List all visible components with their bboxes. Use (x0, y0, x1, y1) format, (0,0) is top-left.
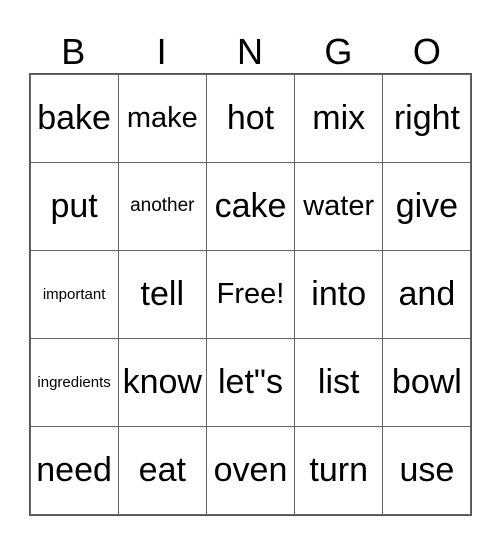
cell-word: hot (226, 98, 275, 137)
bingo-cell[interactable]: water (294, 161, 384, 251)
bingo-cell[interactable]: let"s (205, 338, 296, 428)
free-space-cell[interactable]: Free! (205, 249, 296, 340)
bingo-cell[interactable]: give (382, 161, 472, 251)
bingo-cell[interactable]: ingredients (29, 338, 119, 428)
cell-word: bowl (391, 363, 462, 402)
cell-word: another (130, 195, 195, 217)
header-letter-i: I (156, 31, 167, 72)
bingo-cell[interactable]: and (382, 249, 472, 340)
cell-word: eat (138, 451, 186, 490)
cell-word: turn (309, 451, 368, 490)
cell-word: Free! (216, 277, 285, 310)
cell-word: make (126, 101, 198, 134)
bingo-cell[interactable]: tell (117, 249, 207, 340)
bingo-cell[interactable]: put (29, 161, 119, 251)
bingo-cell[interactable]: eat (117, 426, 207, 516)
bingo-cell[interactable]: important (29, 249, 119, 340)
cell-word: use (399, 451, 455, 490)
cell-word: mix (312, 98, 366, 137)
header-letter-b: B (61, 31, 86, 72)
cell-word: important (42, 285, 106, 303)
cell-word: put (50, 186, 98, 225)
cell-word: right (393, 98, 460, 137)
bingo-cell[interactable]: make (117, 73, 207, 163)
cell-word: into (311, 274, 367, 313)
bingo-cell[interactable]: mix (294, 73, 384, 163)
bingo-cell[interactable]: oven (205, 426, 296, 516)
bingo-header: B I N G O (29, 30, 471, 73)
bingo-cell[interactable]: cake (205, 161, 296, 251)
cell-word: give (395, 186, 459, 225)
bingo-cell[interactable]: turn (294, 426, 384, 516)
cell-word: know (122, 363, 202, 402)
cell-word: cake (214, 186, 287, 225)
cell-word: and (398, 274, 456, 313)
header-letter-n: N (237, 31, 264, 72)
header-letter-g: G (324, 31, 353, 72)
cell-word: bake (37, 98, 111, 137)
bingo-cell[interactable]: right (382, 73, 472, 163)
bingo-cell[interactable]: hot (205, 73, 296, 163)
bingo-cell[interactable]: list (294, 338, 384, 428)
cell-word: let"s (218, 363, 283, 402)
bingo-cell[interactable]: into (294, 249, 384, 340)
cell-word: need (36, 451, 112, 490)
bingo-card-grid: bake make hot mix right put another cake water gi… (29, 73, 472, 516)
bingo-cell[interactable]: use (382, 426, 472, 516)
bingo-cell[interactable]: bowl (382, 338, 472, 428)
bingo-cell[interactable]: another (117, 161, 207, 251)
cell-word: list (317, 363, 360, 402)
bingo-cell[interactable]: bake (29, 73, 119, 163)
header-letter-o: O (412, 31, 441, 72)
bingo-cell[interactable]: know (117, 338, 207, 428)
cell-word: water (303, 189, 375, 222)
bingo-cell[interactable]: need (29, 426, 119, 516)
cell-word: ingredients (37, 374, 111, 392)
cell-word: oven (213, 451, 288, 490)
cell-word: tell (140, 274, 185, 313)
